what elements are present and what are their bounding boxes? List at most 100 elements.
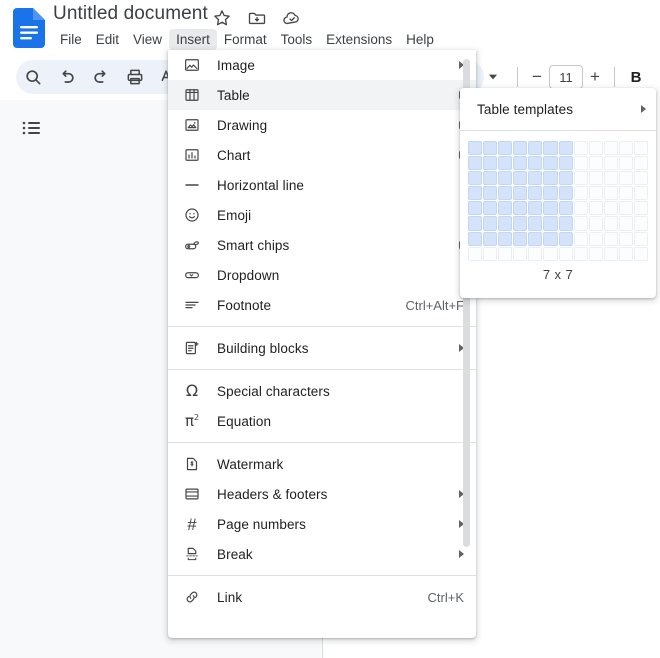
table-grid-cell-5-1[interactable] <box>468 201 482 215</box>
table-grid-cell-3-12[interactable] <box>634 171 648 185</box>
table-grid-cell-5-11[interactable] <box>619 201 633 215</box>
redo-icon[interactable] <box>84 60 118 94</box>
table-grid-cell-4-4[interactable] <box>513 186 527 200</box>
table-grid-cell-1-11[interactable] <box>619 141 633 155</box>
insert-menu-item-special-characters[interactable]: ΩSpecial characters <box>168 376 476 406</box>
table-grid-cell-1-1[interactable] <box>468 141 482 155</box>
table-grid-cell-8-7[interactable] <box>559 247 573 261</box>
table-grid-cell-7-9[interactable] <box>589 232 603 246</box>
insert-menu-item-chart[interactable]: Chart <box>168 140 476 170</box>
table-grid-cell-1-3[interactable] <box>498 141 512 155</box>
table-grid-cell-2-10[interactable] <box>604 156 618 170</box>
table-grid-cell-8-11[interactable] <box>619 247 633 261</box>
insert-menu-item-building-blocks[interactable]: Building blocks <box>168 333 476 363</box>
table-grid-cell-6-12[interactable] <box>634 216 648 230</box>
insert-menu-item-image[interactable]: Image <box>168 50 476 80</box>
table-grid-cell-8-10[interactable] <box>604 247 618 261</box>
table-grid-cell-8-8[interactable] <box>574 247 588 261</box>
table-grid-cell-6-10[interactable] <box>604 216 618 230</box>
table-grid-cell-8-1[interactable] <box>468 247 482 261</box>
table-grid-cell-2-4[interactable] <box>513 156 527 170</box>
table-grid-cell-7-12[interactable] <box>634 232 648 246</box>
table-grid-cell-7-10[interactable] <box>604 232 618 246</box>
table-grid-cell-4-12[interactable] <box>634 186 648 200</box>
table-grid-cell-2-6[interactable] <box>543 156 557 170</box>
insert-menu-item-headers-footers[interactable]: Headers & footers <box>168 479 476 509</box>
table-grid-cell-3-2[interactable] <box>483 171 497 185</box>
table-grid-cell-7-6[interactable] <box>543 232 557 246</box>
table-grid-cell-1-8[interactable] <box>574 141 588 155</box>
table-grid-cell-6-8[interactable] <box>574 216 588 230</box>
table-grid-cell-4-2[interactable] <box>483 186 497 200</box>
table-grid-cell-6-5[interactable] <box>528 216 542 230</box>
menu-insert[interactable]: Insert <box>169 29 217 50</box>
insert-menu-item-dropdown[interactable]: Dropdown <box>168 260 476 290</box>
insert-menu-item-smart-chips[interactable]: Smart chips <box>168 230 476 260</box>
table-grid-cell-7-5[interactable] <box>528 232 542 246</box>
insert-menu-item-emoji[interactable]: Emoji <box>168 200 476 230</box>
insert-menu-item-watermark[interactable]: Watermark <box>168 449 476 479</box>
menu-extensions[interactable]: Extensions <box>319 29 399 50</box>
table-grid-cell-8-6[interactable] <box>543 247 557 261</box>
table-grid-cell-1-12[interactable] <box>634 141 648 155</box>
table-grid-cell-1-5[interactable] <box>528 141 542 155</box>
table-grid-cell-2-9[interactable] <box>589 156 603 170</box>
table-grid-cell-3-1[interactable] <box>468 171 482 185</box>
table-grid-cell-3-11[interactable] <box>619 171 633 185</box>
table-grid-cell-5-12[interactable] <box>634 201 648 215</box>
table-grid-cell-7-2[interactable] <box>483 232 497 246</box>
table-grid-cell-4-9[interactable] <box>589 186 603 200</box>
table-grid-cell-5-10[interactable] <box>604 201 618 215</box>
table-grid-cell-2-8[interactable] <box>574 156 588 170</box>
document-outline-icon[interactable] <box>20 116 44 140</box>
table-grid-cell-4-8[interactable] <box>574 186 588 200</box>
insert-menu-item-page-numbers[interactable]: #Page numbers <box>168 509 476 539</box>
italic-button[interactable]: I <box>650 63 660 91</box>
table-grid-cell-3-4[interactable] <box>513 171 527 185</box>
table-grid-cell-3-3[interactable] <box>498 171 512 185</box>
search-icon[interactable] <box>16 60 50 94</box>
table-grid-cell-8-4[interactable] <box>513 247 527 261</box>
table-grid-cell-2-3[interactable] <box>498 156 512 170</box>
table-grid-cell-6-3[interactable] <box>498 216 512 230</box>
table-grid-cell-3-7[interactable] <box>559 171 573 185</box>
table-grid-cell-5-9[interactable] <box>589 201 603 215</box>
table-grid-cell-8-2[interactable] <box>483 247 497 261</box>
table-grid-cell-1-6[interactable] <box>543 141 557 155</box>
table-grid-cell-2-2[interactable] <box>483 156 497 170</box>
print-icon[interactable] <box>118 60 152 94</box>
menu-edit[interactable]: Edit <box>89 29 126 50</box>
table-grid-cell-8-9[interactable] <box>589 247 603 261</box>
menu-help[interactable]: Help <box>399 29 441 50</box>
table-grid-cell-2-1[interactable] <box>468 156 482 170</box>
table-grid-cell-6-9[interactable] <box>589 216 603 230</box>
table-grid-cell-2-5[interactable] <box>528 156 542 170</box>
table-grid-cell-1-2[interactable] <box>483 141 497 155</box>
table-grid-cell-5-8[interactable] <box>574 201 588 215</box>
table-grid-cell-3-5[interactable] <box>528 171 542 185</box>
table-grid-cell-6-6[interactable] <box>543 216 557 230</box>
menu-file[interactable]: File <box>53 29 89 50</box>
page-title[interactable]: Untitled document <box>53 3 208 25</box>
table-grid-cell-1-9[interactable] <box>589 141 603 155</box>
star-icon[interactable] <box>212 8 232 28</box>
table-grid-cell-4-1[interactable] <box>468 186 482 200</box>
table-grid-cell-3-10[interactable] <box>604 171 618 185</box>
table-grid-cell-7-1[interactable] <box>468 232 482 246</box>
table-grid-cell-5-6[interactable] <box>543 201 557 215</box>
insert-menu-item-equation[interactable]: π2Equation <box>168 406 476 436</box>
undo-icon[interactable] <box>50 60 84 94</box>
table-grid-cell-5-2[interactable] <box>483 201 497 215</box>
font-size-increase-button[interactable]: + <box>583 65 607 89</box>
menu-format[interactable]: Format <box>217 29 274 50</box>
table-grid-cell-3-6[interactable] <box>543 171 557 185</box>
table-grid-cell-8-3[interactable] <box>498 247 512 261</box>
table-templates-item[interactable]: Table templates <box>460 94 656 124</box>
table-grid-cell-4-11[interactable] <box>619 186 633 200</box>
table-grid-cell-1-4[interactable] <box>513 141 527 155</box>
table-grid-cell-7-4[interactable] <box>513 232 527 246</box>
table-size-grid[interactable] <box>468 141 648 261</box>
table-grid-cell-6-4[interactable] <box>513 216 527 230</box>
table-grid-cell-7-7[interactable] <box>559 232 573 246</box>
table-grid-cell-7-8[interactable] <box>574 232 588 246</box>
